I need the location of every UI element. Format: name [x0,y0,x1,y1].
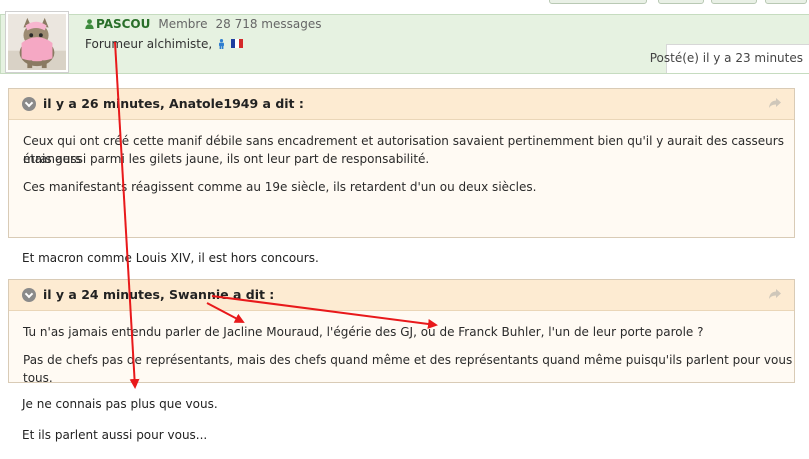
post-date[interactable]: Posté(e) il y a 23 minutes [650,51,803,65]
share-icon[interactable] [768,97,782,109]
message-count: 28 718 messages [215,17,322,31]
cat-avatar [8,14,66,70]
avatar[interactable] [5,11,69,73]
french-flag-icon [230,39,243,48]
quote-header: il y a 26 minutes, Anatole1949 a dit : [9,89,794,120]
quote-text: Tu n'as jamais entendu parler de Jacline… [23,325,704,339]
quote-block: il y a 26 minutes, Anatole1949 a dit : C… [8,88,795,238]
quote-text: Pas de chefs pas de représentants, mais … [23,353,793,385]
collapse-chevron-icon[interactable] [22,288,36,302]
user-icon [85,19,94,29]
author-name[interactable]: PASCOU [96,17,150,31]
quote-title[interactable]: il y a 24 minutes, Swannie a dit : [43,287,274,302]
top-action-button[interactable] [658,0,704,4]
quote-block: il y a 24 minutes, Swannie a dit : Tu n'… [8,279,795,385]
top-action-button[interactable] [711,0,757,4]
reply-text: Je ne connais pas plus que vous. [22,397,218,411]
author-line: PASCOU Membre 28 718 messages [85,17,321,31]
collapse-chevron-icon[interactable] [22,97,36,111]
author-role: Membre [158,17,208,31]
top-action-button[interactable] [765,0,807,4]
reply-text: Et macron comme Louis XIV, il est hors c… [22,251,319,265]
share-icon[interactable] [768,288,782,300]
quote-text: mais aussi parmi les gilets jaune, ils o… [23,152,430,166]
quote-header: il y a 24 minutes, Swannie a dit : [9,280,794,311]
quote-title[interactable]: il y a 26 minutes, Anatole1949 a dit : [43,96,304,111]
male-icon [219,39,225,49]
author-rank: Forumeur alchimiste, [85,37,213,51]
top-action-button[interactable] [549,0,647,4]
quote-text: Ces manifestants réagissent comme au 19e… [23,180,537,194]
author-rank-line: Forumeur alchimiste, [85,37,243,51]
reply-text: Et ils parlent aussi pour vous... [22,428,208,442]
